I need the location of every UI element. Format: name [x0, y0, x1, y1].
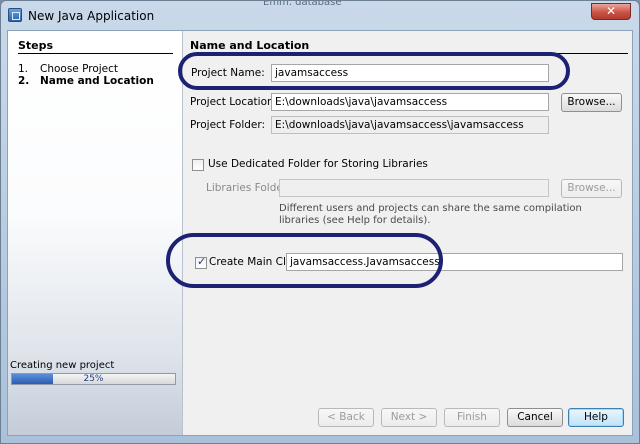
steps-title: Steps [18, 39, 54, 52]
libraries-hint-line-1: Different users and projects can share t… [279, 203, 582, 214]
cancel-button[interactable]: Cancel [507, 408, 563, 427]
progress-label: Creating new project [10, 360, 115, 371]
section-title: Name and Location [190, 39, 310, 52]
steps-divider [18, 53, 173, 54]
libraries-folder-input[interactable] [279, 179, 549, 197]
progress-bar: 25% [11, 373, 176, 385]
libraries-folder-label: Libraries Folder: [206, 182, 291, 194]
close-icon: ✕ [605, 4, 617, 18]
highlight-ring-create-main-class [166, 233, 443, 288]
close-button[interactable]: ✕ [591, 3, 631, 20]
project-folder-label: Project Folder: [190, 119, 266, 131]
project-folder-field: E:\downloads\java\javamsaccess\javamsacc… [271, 116, 549, 134]
dedicated-folder-checkbox[interactable] [192, 159, 204, 171]
progress-percent: 25% [83, 374, 104, 384]
next-button[interactable]: Next > [381, 408, 437, 427]
new-java-application-dialog: New Java Application Emm. database ✕ Ste… [0, 0, 640, 444]
step-name-and-location: 2. Name and Location [18, 75, 154, 87]
help-button[interactable]: Help [568, 408, 624, 427]
step-number: 2. [18, 75, 30, 87]
step-number: 1. [18, 63, 29, 75]
libraries-folder-browse-button[interactable]: Browse... [561, 179, 622, 198]
finish-button[interactable]: Finish [444, 408, 500, 427]
background-window-text: Emm. database [263, 0, 342, 8]
netbeans-app-icon [8, 8, 22, 22]
project-location-label: Project Location: [190, 96, 278, 108]
step-label: Name and Location [40, 75, 154, 87]
dedicated-folder-label[interactable]: Use Dedicated Folder for Storing Librari… [208, 158, 428, 170]
window-title: New Java Application [28, 9, 155, 23]
dialog-body: Steps 1. Choose Project 2. Name and Locati… [7, 30, 633, 436]
step-label: Choose Project [40, 63, 119, 75]
back-button[interactable]: < Back [318, 408, 374, 427]
title-bar[interactable]: New Java Application Emm. database ✕ [1, 1, 639, 29]
project-location-browse-button[interactable]: Browse... [561, 93, 622, 112]
highlight-ring-project-name [178, 52, 570, 90]
steps-panel: Steps 1. Choose Project 2. Name and Locati… [8, 31, 183, 435]
step-choose-project: 1. Choose Project [18, 63, 118, 75]
libraries-hint-line-2: libraries (see Help for details). [279, 215, 431, 226]
project-location-input[interactable]: E:\downloads\java\javamsaccess [271, 93, 549, 111]
